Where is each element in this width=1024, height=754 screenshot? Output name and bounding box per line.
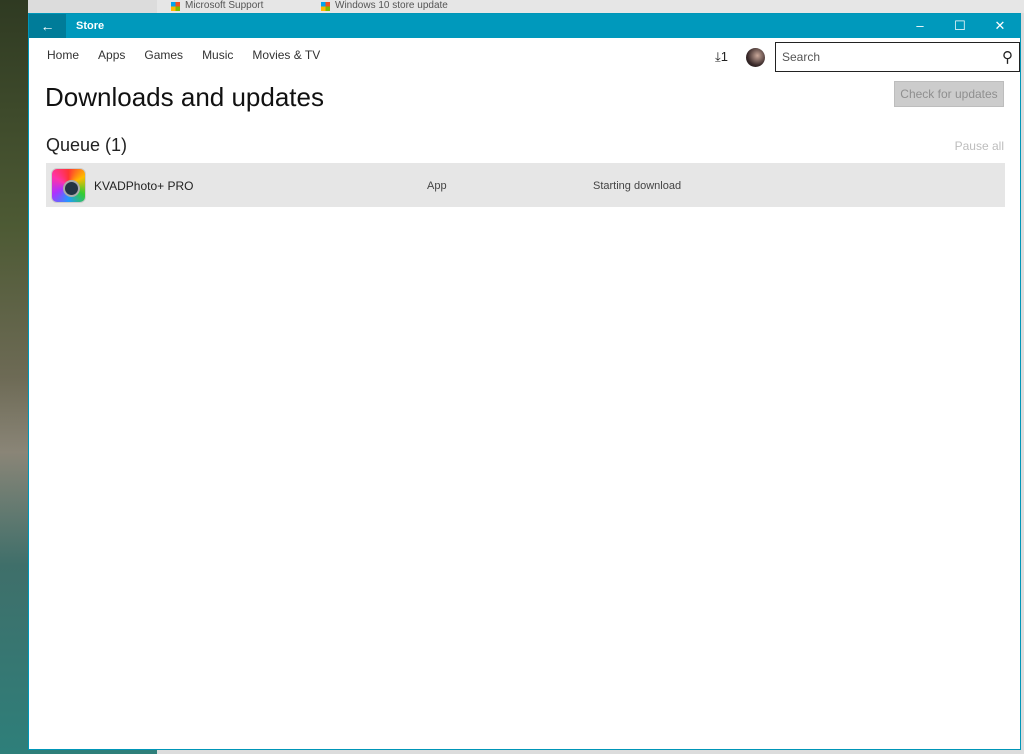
- close-button[interactable]: ✕: [980, 18, 1020, 34]
- app-type: App: [427, 180, 447, 192]
- app-name: KVADPhoto+ PRO: [94, 179, 194, 193]
- arrow-left-icon: ←: [40, 18, 55, 34]
- downloads-button[interactable]: ⤓1: [715, 49, 728, 65]
- window-title: Store: [76, 20, 105, 32]
- download-count: 1: [720, 49, 728, 64]
- store-window: ← Store – ☐ ✕ Home Apps Games Music Movi…: [28, 13, 1021, 750]
- desktop-background: [0, 0, 28, 754]
- nav-games[interactable]: Games: [144, 48, 183, 62]
- avatar[interactable]: [746, 47, 765, 67]
- check-for-updates-button[interactable]: Check for updates: [894, 81, 1004, 107]
- queue-title: Queue (1): [46, 135, 128, 155]
- nav-bar: Home Apps Games Music Movies & TV: [47, 48, 320, 62]
- background-browser: Microsoft Support Windows 10 store updat…: [157, 0, 1024, 13]
- back-button[interactable]: ←: [29, 14, 66, 38]
- page-title: Downloads and updates: [45, 82, 324, 112]
- microsoft-logo-icon: [321, 2, 330, 11]
- title-bar: ← Store – ☐ ✕: [29, 14, 1020, 38]
- microsoft-logo-icon: [171, 2, 180, 11]
- minimize-button[interactable]: –: [900, 18, 940, 34]
- maximize-button[interactable]: ☐: [940, 18, 980, 34]
- nav-apps[interactable]: Apps: [98, 48, 125, 62]
- nav-movies-tv[interactable]: Movies & TV: [252, 48, 320, 62]
- search-icon[interactable]: ⚲: [1002, 48, 1013, 66]
- browser-tab[interactable]: Microsoft Support: [185, 0, 263, 12]
- download-status: Starting download: [593, 180, 682, 192]
- browser-tab[interactable]: Windows 10 store update: [335, 0, 448, 12]
- nav-music[interactable]: Music: [202, 48, 233, 62]
- search-placeholder: Search: [782, 50, 821, 64]
- pause-all-button[interactable]: Pause all: [955, 139, 1004, 153]
- queue-item[interactable]: KVADPhoto+ PRO App Starting download: [46, 163, 1005, 207]
- nav-home[interactable]: Home: [47, 48, 79, 62]
- search-input[interactable]: Search ⚲: [775, 42, 1020, 72]
- app-icon: [51, 168, 86, 203]
